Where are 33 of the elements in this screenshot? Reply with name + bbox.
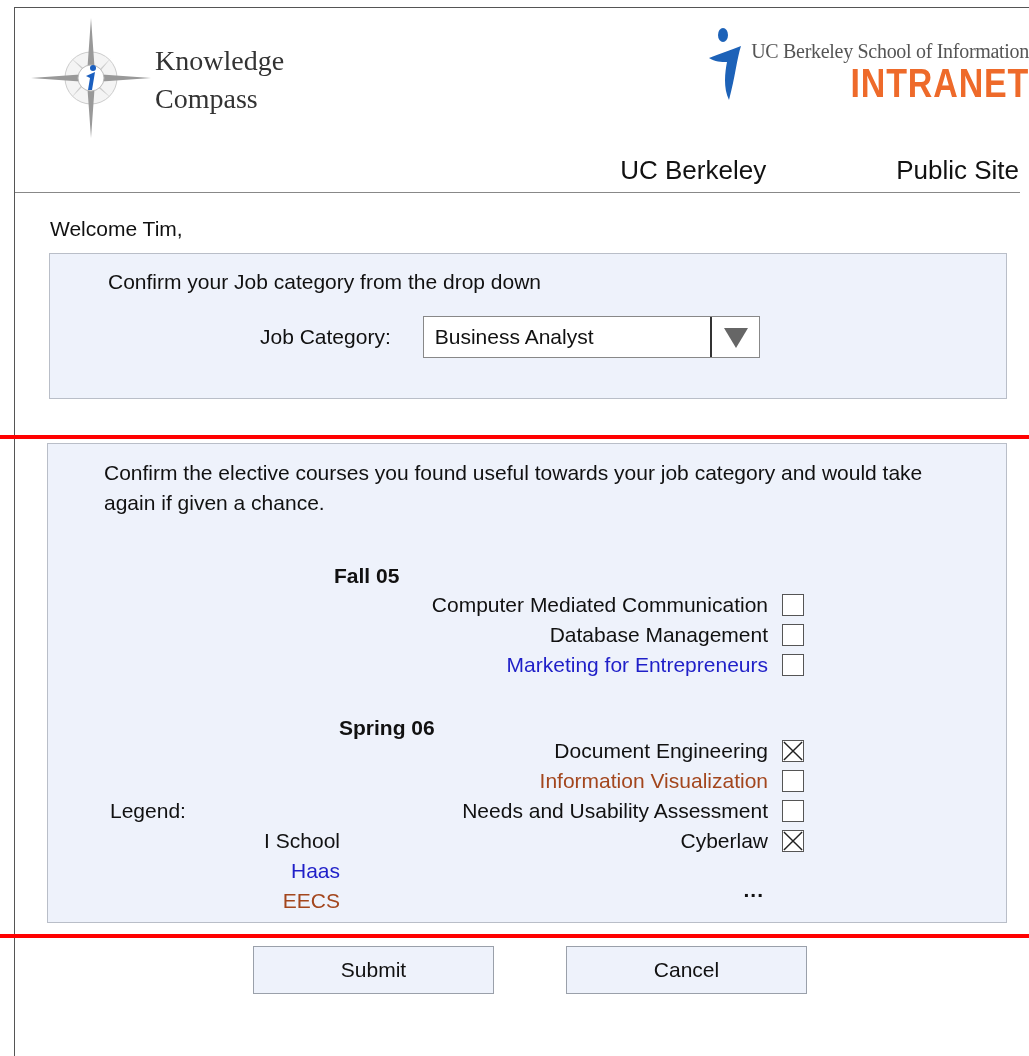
checkbox[interactable]	[782, 740, 804, 762]
course-name: Computer Mediated Communication	[431, 593, 768, 617]
field-label: Job Category:	[260, 325, 391, 349]
school-name: UC Berkeley School of Information	[751, 40, 1029, 63]
course-name: Needs and Usability Assessment	[462, 799, 768, 823]
logo-text: Knowledge	[155, 44, 285, 78]
course-name: Marketing for Entrepreneurs	[506, 653, 768, 677]
course-name: Database Management	[549, 623, 768, 647]
greeting: Welcome Tim,	[50, 217, 183, 241]
course-name: Document Engineering	[554, 739, 768, 763]
job-category-dropdown[interactable]: Business Analyst	[422, 316, 760, 358]
nav-link[interactable]: Public Site	[896, 155, 1019, 186]
checkbox[interactable]	[782, 624, 804, 646]
checkbox[interactable]	[782, 770, 804, 792]
checkbox[interactable]	[782, 830, 804, 852]
cancel-button[interactable]: Cancel	[566, 946, 807, 994]
instruction: Confirm your Job category from the drop down	[108, 270, 543, 294]
instruction: Confirm the elective courses you found useful towards your job category and would take again if given a chance.	[104, 460, 924, 516]
more-indicator: ...	[743, 878, 764, 902]
logo-text: Compass	[155, 82, 259, 116]
intranet-title: INTRANET	[850, 63, 1029, 103]
course-name: Information Visualization	[539, 769, 768, 793]
checkbox[interactable]	[782, 654, 804, 676]
legend-item: EECS	[282, 888, 340, 914]
submit-button[interactable]: Submit	[253, 946, 494, 994]
nav-link[interactable]: UC Berkeley	[620, 155, 767, 186]
checkbox[interactable]	[782, 800, 804, 822]
course-name: Cyberlaw	[680, 829, 768, 853]
legend-item: Haas	[290, 858, 340, 884]
checkbox[interactable]	[782, 594, 804, 616]
legend-title: Legend:	[110, 798, 187, 824]
legend-item: I School	[264, 828, 340, 854]
term-heading: Fall 05	[334, 563, 401, 589]
